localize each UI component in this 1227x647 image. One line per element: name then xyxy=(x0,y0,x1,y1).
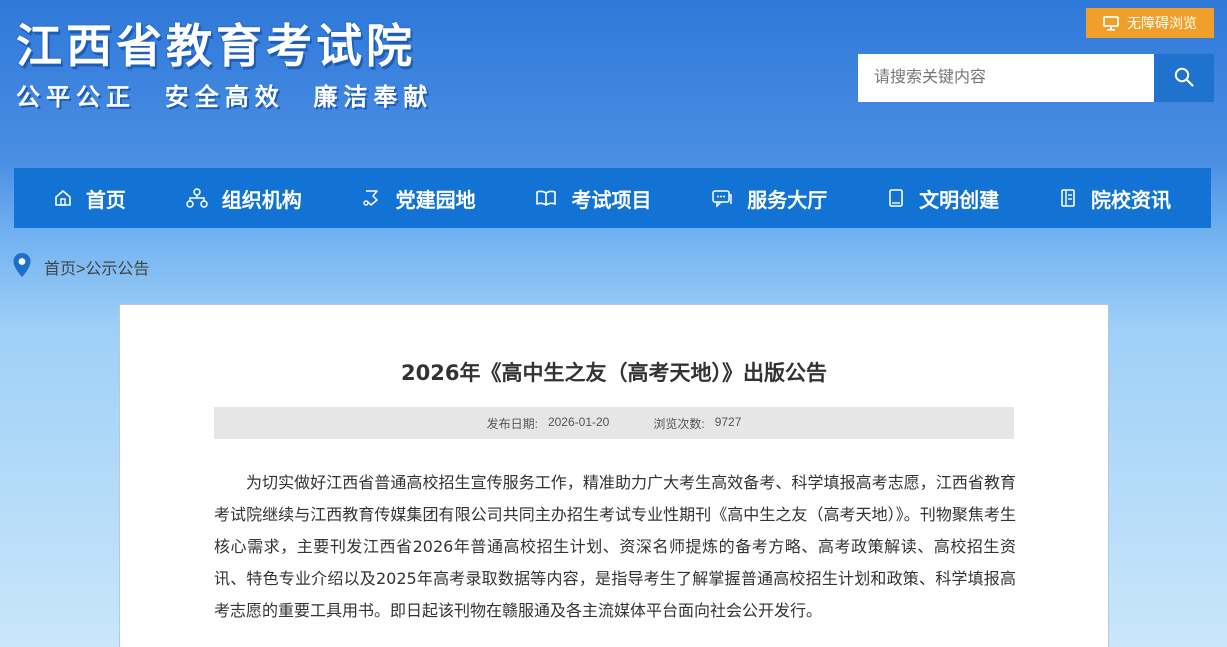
breadcrumb-separator: > xyxy=(76,261,86,278)
home-icon xyxy=(54,189,72,207)
view-count-label: 浏览次数: xyxy=(653,416,705,431)
nav-item-label: 服务大厅 xyxy=(747,187,828,212)
party-building-icon xyxy=(362,188,382,208)
view-count: 9727 xyxy=(714,414,742,429)
monitor-icon xyxy=(1103,15,1119,31)
search-input[interactable] xyxy=(858,54,1154,102)
article-meta: 发布日期: 2026-01-20 浏览次数: 9727 xyxy=(214,407,1014,439)
service-chat-icon xyxy=(711,188,733,208)
nav-item-label: 党建园地 xyxy=(395,187,476,212)
site-title: 江西省教育考试院 xyxy=(16,19,416,73)
nav-item-label: 院校资讯 xyxy=(1090,187,1171,212)
main-nav: 首页 组织机构 党建园地 考试项目 服务大厅 文明创建 院校资讯 xyxy=(14,168,1211,228)
notebook-icon xyxy=(887,188,905,208)
nav-item-service[interactable]: 服务大厅 xyxy=(711,168,827,228)
article-title: 2026年《高中生之友（高考天地）》出版公告 xyxy=(401,361,827,385)
org-chart-icon xyxy=(186,188,208,208)
nav-item-home[interactable]: 首页 xyxy=(54,168,126,228)
breadcrumb-home-link[interactable]: 首页 xyxy=(44,261,76,278)
accessibility-button[interactable]: 无障碍浏览 xyxy=(1086,8,1214,38)
publish-date-label: 发布日期: xyxy=(486,416,538,431)
publish-date: 2026-01-20 xyxy=(547,414,610,429)
site-header: 江西省教育考试院 公平公正 安全高效 廉洁奉献 无障碍浏览 xyxy=(0,0,1227,168)
search-icon xyxy=(1174,67,1194,90)
nav-item-colleges[interactable]: 院校资讯 xyxy=(1059,168,1171,228)
document-icon xyxy=(1059,188,1077,208)
nav-item-label: 考试项目 xyxy=(571,187,652,212)
article-body: 为切实做好江西省普通高校招生宣传服务工作，精准助力广大考生高效备考、科学填报高考… xyxy=(214,473,1016,620)
search-box xyxy=(858,54,1214,102)
nav-item-label: 组织机构 xyxy=(221,187,302,212)
nav-item-civilization[interactable]: 文明创建 xyxy=(887,168,999,228)
search-button[interactable] xyxy=(1154,54,1214,102)
article-card: 2026年《高中生之友（高考天地）》出版公告 发布日期: 2026-01-20 … xyxy=(119,304,1109,647)
nav-item-party[interactable]: 党建园地 xyxy=(362,168,476,228)
nav-item-org[interactable]: 组织机构 xyxy=(186,168,302,228)
open-book-icon xyxy=(535,189,557,207)
accessibility-label: 无障碍浏览 xyxy=(1127,15,1197,31)
breadcrumb: 首页>公示公告 xyxy=(12,252,149,283)
nav-item-label: 文明创建 xyxy=(919,187,1000,212)
nav-item-exams[interactable]: 考试项目 xyxy=(535,168,651,228)
site-slogan: 公平公正 安全高效 廉洁奉献 xyxy=(16,83,434,111)
nav-item-label: 首页 xyxy=(85,187,126,212)
breadcrumb-current-link[interactable]: 公示公告 xyxy=(85,261,149,278)
location-pin-icon xyxy=(12,252,32,283)
